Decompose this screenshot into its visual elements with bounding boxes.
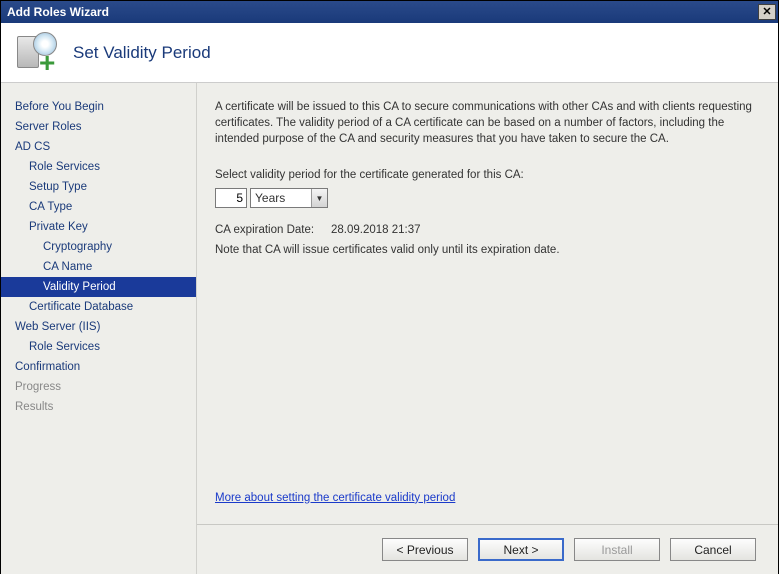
nav-item-ca-name[interactable]: CA Name xyxy=(1,257,196,277)
button-bar: < Previous Next > Install Cancel xyxy=(197,524,778,574)
nav-item-web-server-iis-[interactable]: Web Server (IIS) xyxy=(1,317,196,337)
nav-item-validity-period[interactable]: Validity Period xyxy=(1,277,196,297)
nav-item-ca-type[interactable]: CA Type xyxy=(1,197,196,217)
page-title: Set Validity Period xyxy=(73,43,211,63)
intro-text: A certificate will be issued to this CA … xyxy=(215,99,760,147)
previous-button[interactable]: < Previous xyxy=(382,538,468,561)
close-button[interactable]: ✕ xyxy=(758,4,776,20)
validity-unit-select[interactable]: Years ▼ xyxy=(250,188,328,208)
validity-label: Select validity period for the certifica… xyxy=(215,167,760,183)
close-icon: ✕ xyxy=(762,7,771,18)
validity-unit-value: Years xyxy=(255,190,285,207)
expiration-row: CA expiration Date: 28.09.2018 21:37 xyxy=(215,222,760,238)
body-area: Before You BeginServer RolesAD CSRole Se… xyxy=(1,83,778,574)
expiration-label: CA expiration Date: xyxy=(215,222,315,238)
nav-item-role-services[interactable]: Role Services xyxy=(1,337,196,357)
expiration-note: Note that CA will issue certificates val… xyxy=(215,242,760,258)
nav-item-results[interactable]: Results xyxy=(1,397,196,417)
main-panel: A certificate will be issued to this CA … xyxy=(197,83,778,574)
nav-item-private-key[interactable]: Private Key xyxy=(1,217,196,237)
chevron-down-icon: ▼ xyxy=(311,189,327,207)
nav-item-progress[interactable]: Progress xyxy=(1,377,196,397)
validity-input-row: Years ▼ xyxy=(215,188,760,208)
validity-value-input[interactable] xyxy=(215,188,247,208)
expiration-value: 28.09.2018 21:37 xyxy=(331,222,421,238)
more-info-link[interactable]: More about setting the certificate valid… xyxy=(215,490,760,506)
wizard-icon: + xyxy=(15,32,57,74)
cancel-button[interactable]: Cancel xyxy=(670,538,756,561)
window-title: Add Roles Wizard xyxy=(7,5,109,19)
header-area: + Set Validity Period xyxy=(1,23,778,83)
sidebar: Before You BeginServer RolesAD CSRole Se… xyxy=(1,83,197,574)
nav-item-before-you-begin[interactable]: Before You Begin xyxy=(1,97,196,117)
nav-item-server-roles[interactable]: Server Roles xyxy=(1,117,196,137)
nav-item-role-services[interactable]: Role Services xyxy=(1,157,196,177)
nav-item-setup-type[interactable]: Setup Type xyxy=(1,177,196,197)
nav-item-certificate-database[interactable]: Certificate Database xyxy=(1,297,196,317)
next-button[interactable]: Next > xyxy=(478,538,564,561)
install-button: Install xyxy=(574,538,660,561)
nav-item-cryptography[interactable]: Cryptography xyxy=(1,237,196,257)
titlebar: Add Roles Wizard ✕ xyxy=(1,1,778,23)
content: A certificate will be issued to this CA … xyxy=(197,83,778,524)
nav-item-ad-cs[interactable]: AD CS xyxy=(1,137,196,157)
nav-item-confirmation[interactable]: Confirmation xyxy=(1,357,196,377)
